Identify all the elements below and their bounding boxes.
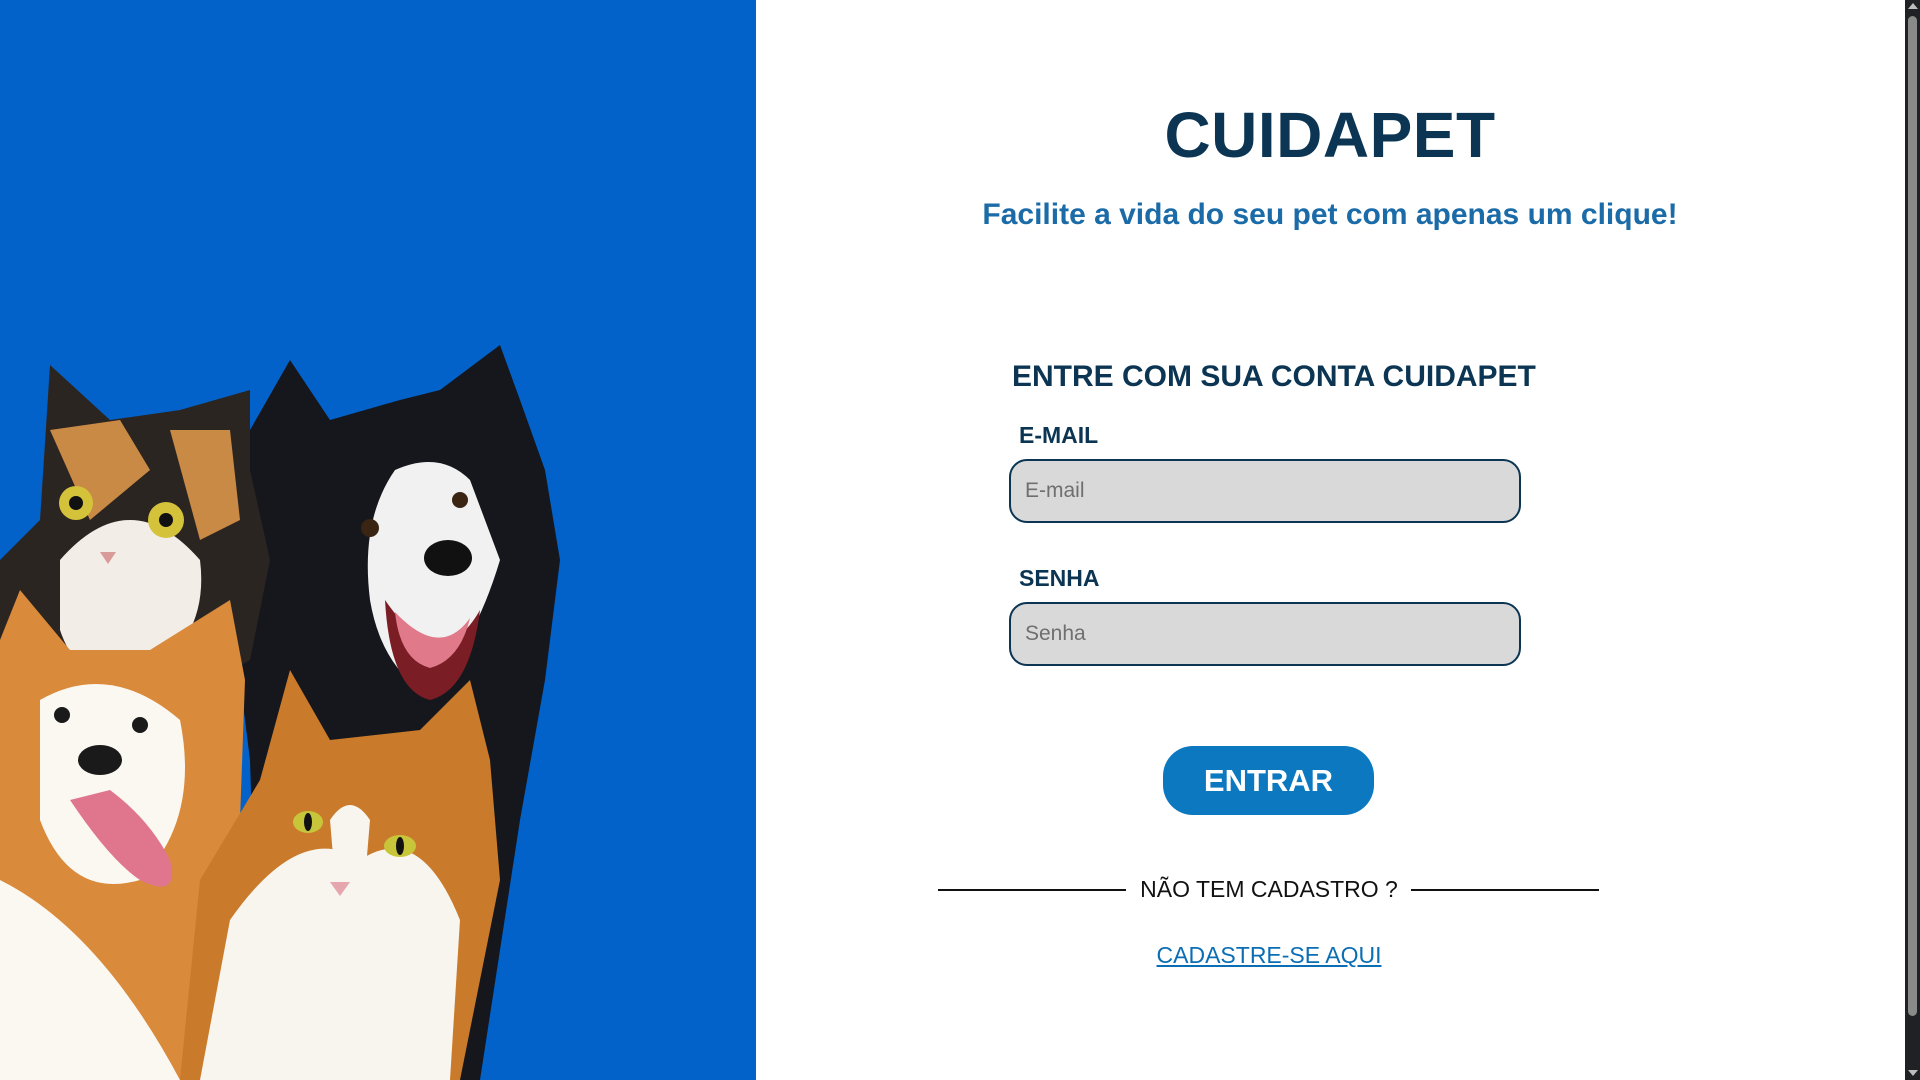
scroll-up-icon[interactable] <box>1908 3 1918 9</box>
login-content: CUIDAPET Facilite a vida do seu pet com … <box>756 0 1920 1080</box>
signup-prompt: NÃO TEM CADASTRO ? <box>1140 876 1398 902</box>
signup-link[interactable]: CADASTRE-SE AQUI <box>756 942 1782 969</box>
vertical-scrollbar[interactable] <box>1905 0 1920 1080</box>
email-input[interactable] <box>1009 459 1521 523</box>
login-button[interactable]: ENTRAR <box>1163 746 1374 815</box>
brand-tagline: Facilite a vida do seu pet com apenas um… <box>982 198 1678 231</box>
pets-hero-image <box>0 345 560 1080</box>
scroll-down-icon[interactable] <box>1908 1070 1918 1076</box>
hero-panel <box>0 0 756 1080</box>
password-label: SENHA <box>1019 565 1100 591</box>
login-page: CUIDAPET Facilite a vida do seu pet com … <box>0 0 1920 1080</box>
login-form-title: ENTRE COM SUA CONTA CUIDAPET <box>1012 360 1536 393</box>
password-input[interactable] <box>1009 602 1521 666</box>
email-label: E-MAIL <box>1019 422 1099 448</box>
scroll-thumb[interactable] <box>1908 16 1917 1016</box>
brand-title: CUIDAPET <box>1164 99 1496 171</box>
